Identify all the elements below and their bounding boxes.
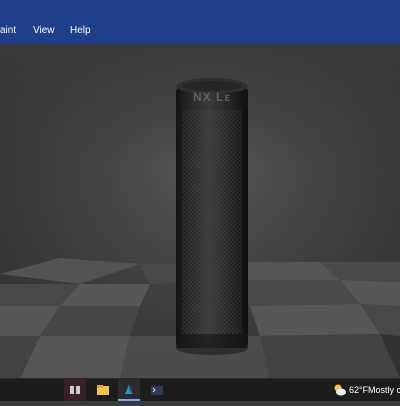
menu-bar: aint View Help <box>0 0 400 45</box>
weather-temperature: 62°F <box>349 385 369 395</box>
paint-3d-icon <box>125 385 133 394</box>
file-explorer-icon <box>97 385 109 395</box>
terminal-icon <box>151 386 163 395</box>
partly-cloudy-icon <box>334 384 346 396</box>
menu-item-view[interactable]: View <box>33 25 55 36</box>
menu-item-help[interactable]: Help <box>70 25 91 36</box>
paint-3d-button[interactable] <box>118 379 140 401</box>
menu-item-paint[interactable]: aint <box>0 25 16 36</box>
terminal-button[interactable] <box>146 379 168 401</box>
weather-condition: Mostly c <box>368 385 400 395</box>
cylinder-model[interactable] <box>176 78 248 355</box>
task-view-icon <box>70 386 80 394</box>
model-engraving-text: NX Lε <box>193 90 231 104</box>
taskbar: 62°F Mostly c <box>0 378 400 401</box>
weather-widget[interactable]: 62°F Mostly c <box>330 379 400 401</box>
3d-viewport[interactable]: NX Lε <box>0 44 400 378</box>
file-explorer-button[interactable] <box>92 379 114 401</box>
task-view-button[interactable] <box>64 379 86 401</box>
scene-canvas: NX Lε <box>0 44 400 378</box>
